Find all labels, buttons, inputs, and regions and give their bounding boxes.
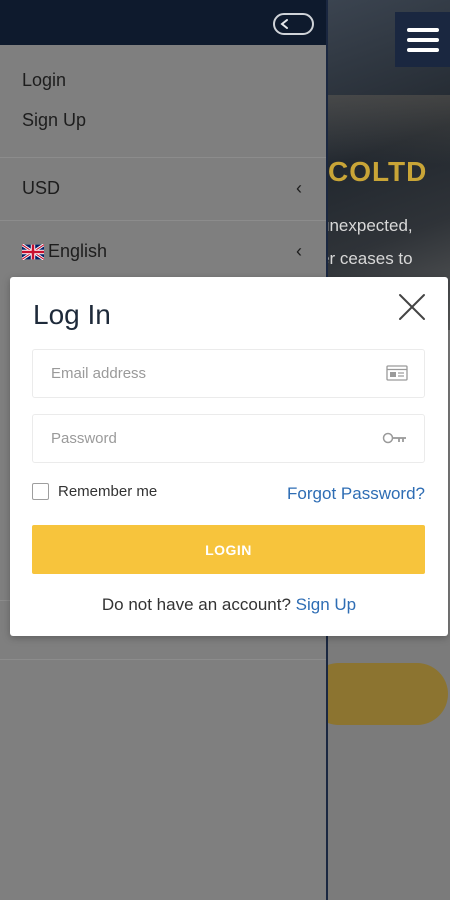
password-field-wrap bbox=[32, 414, 425, 463]
forgot-password-link[interactable]: Forgot Password? bbox=[287, 484, 425, 504]
signup-link[interactable]: Sign Up bbox=[296, 595, 356, 614]
hero-cta-button[interactable] bbox=[328, 663, 448, 725]
drawer-close-toggle[interactable] bbox=[273, 13, 314, 35]
language-label: English bbox=[48, 241, 108, 261]
drawer-login-link[interactable]: Login bbox=[22, 70, 66, 91]
hero-text-line: er ceases to bbox=[328, 249, 413, 268]
signup-prompt: Do not have an account? Sign Up bbox=[10, 595, 448, 615]
chevron-left-icon bbox=[280, 19, 288, 29]
language-label-wrap: English bbox=[22, 241, 107, 262]
chevron-left-icon: ‹ bbox=[296, 178, 302, 198]
login-button[interactable]: LOGIN bbox=[32, 525, 425, 574]
language-selector[interactable]: English ‹ bbox=[0, 220, 326, 283]
id-card-icon bbox=[386, 365, 408, 381]
brand-heading: COLTD bbox=[328, 156, 428, 187]
hamburger-menu-button[interactable] bbox=[395, 12, 450, 67]
no-account-text: Do not have an account? bbox=[101, 595, 291, 614]
remember-me-checkbox[interactable] bbox=[32, 483, 49, 500]
modal-title: Log In bbox=[33, 299, 111, 330]
chevron-left-icon: ‹ bbox=[296, 241, 302, 261]
currency-label: USD bbox=[22, 178, 61, 198]
email-field[interactable] bbox=[33, 350, 424, 397]
drawer-header bbox=[0, 0, 326, 45]
close-icon[interactable] bbox=[396, 291, 428, 323]
remember-me: Remember me bbox=[32, 483, 157, 500]
password-field[interactable] bbox=[33, 415, 424, 462]
currency-selector[interactable]: USD ‹ bbox=[0, 157, 326, 220]
email-field-wrap bbox=[32, 349, 425, 398]
menu-bar-icon bbox=[406, 37, 439, 42]
uk-flag-icon bbox=[22, 243, 44, 260]
menu-bar-icon bbox=[406, 27, 439, 32]
drawer-signup-link[interactable]: Sign Up bbox=[22, 110, 86, 131]
login-modal: Log In Remember me Forgot Password? LOGI… bbox=[10, 277, 448, 636]
key-icon bbox=[382, 432, 406, 444]
menu-bar-icon bbox=[406, 47, 439, 52]
hero-text-line: unexpected, bbox=[328, 216, 413, 235]
remember-me-label[interactable]: Remember me bbox=[58, 483, 157, 500]
